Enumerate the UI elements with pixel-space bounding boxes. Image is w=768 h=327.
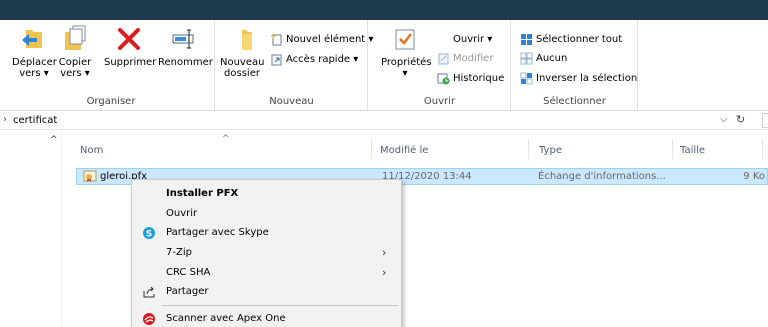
- address-history-dropdown-icon[interactable]: ⌵: [720, 114, 728, 125]
- group-label-organiser: Organiser: [86, 96, 136, 107]
- properties-button[interactable]: Propriétés ▾: [381, 24, 432, 79]
- ribbon-group-organiser: Déplacer vers ▾ Copier vers ▾ Supprimer: [8, 20, 215, 110]
- copy-to-label-2: vers ▾: [60, 68, 90, 79]
- skype-icon: S: [142, 226, 156, 240]
- submenu-arrow-icon: ›: [382, 266, 387, 279]
- move-to-button[interactable]: Déplacer vers ▾: [12, 24, 57, 79]
- select-all-label: Sélectionner tout: [536, 33, 623, 45]
- ribbon-group-ouvrir: Propriétés ▾ Ouvrir ▾ Modifier Historiqu…: [369, 20, 511, 110]
- column-header-row: ^ Nom Modifié le Type Taille: [62, 131, 768, 165]
- menu-item-label: CRC SHA: [166, 267, 211, 278]
- column-header-name[interactable]: Nom: [80, 145, 103, 156]
- edit-button[interactable]: Modifier: [437, 50, 493, 66]
- select-none-icon: [520, 52, 533, 65]
- search-input[interactable]: [762, 113, 768, 128]
- share-icon: [142, 285, 156, 299]
- invert-selection-label: Inverser la sélection: [536, 72, 638, 84]
- history-label: Historique: [453, 72, 505, 84]
- certificate-file-icon: [83, 170, 97, 183]
- group-label-selectionner: Sélectionner: [543, 96, 606, 107]
- properties-label-2: ▾: [402, 68, 408, 79]
- new-folder-button[interactable]: Nouveau dossier: [220, 24, 264, 79]
- select-all-icon: [520, 33, 533, 46]
- quick-access-icon: [270, 53, 283, 66]
- column-divider[interactable]: [672, 139, 673, 159]
- column-header-size[interactable]: Taille: [680, 145, 705, 156]
- column-divider[interactable]: [528, 139, 529, 159]
- history-button[interactable]: Historique: [437, 70, 504, 86]
- open-button[interactable]: Ouvrir ▾: [453, 31, 492, 47]
- ribbon-group-selectionner: Sélectionner tout Aucun Inverser la séle…: [512, 20, 638, 110]
- delete-button[interactable]: Supprimer: [104, 24, 157, 68]
- refresh-icon[interactable]: ↻: [736, 113, 745, 126]
- menu-item-label: 7-Zip: [166, 247, 192, 258]
- menu-item-install-pfx[interactable]: Installer PFX: [132, 184, 401, 204]
- select-none-label: Aucun: [536, 52, 568, 64]
- quick-access-button[interactable]: Accès rapide ▾: [270, 51, 358, 67]
- column-divider[interactable]: [371, 139, 372, 159]
- file-type: Échange d'informations...: [538, 171, 666, 182]
- menu-item-label: Ouvrir: [166, 208, 198, 219]
- window-title-bar: [0, 0, 768, 20]
- rename-icon: [170, 24, 198, 54]
- menu-item-share[interactable]: Partager: [132, 282, 401, 302]
- new-item-button[interactable]: Nouvel élément ▾: [270, 31, 373, 47]
- new-folder-label-1: Nouveau: [220, 57, 265, 68]
- invert-selection-button[interactable]: Inverser la sélection: [520, 70, 637, 86]
- select-none-button[interactable]: Aucun: [520, 50, 567, 66]
- address-bar[interactable]: › certificat ⌵ ↻: [0, 112, 768, 130]
- select-all-button[interactable]: Sélectionner tout: [520, 31, 622, 47]
- open-label: Ouvrir ▾: [453, 33, 493, 45]
- rename-button[interactable]: Renommer: [158, 24, 213, 68]
- new-folder-icon: [228, 24, 256, 54]
- properties-label-1: Propriétés: [381, 57, 432, 68]
- group-label-ouvrir: Ouvrir: [423, 96, 456, 107]
- rename-label: Renommer: [158, 57, 213, 68]
- column-header-modified[interactable]: Modifié le: [380, 145, 428, 156]
- new-item-icon: [270, 33, 283, 46]
- address-path[interactable]: certificat: [13, 115, 57, 126]
- nav-scroll-up-icon[interactable]: ^: [50, 135, 58, 145]
- quick-access-label: Accès rapide ▾: [286, 53, 359, 65]
- submenu-arrow-icon: ›: [382, 246, 387, 259]
- file-size: 9 Ko: [743, 171, 765, 182]
- copy-to-icon: [61, 24, 89, 54]
- copy-to-label-1: Copier: [58, 57, 92, 68]
- ribbon-group-nouveau: Nouveau dossier Nouvel élément ▾ Accès r…: [216, 20, 373, 110]
- copy-to-button[interactable]: Copier vers ▾: [58, 24, 92, 79]
- navigation-pane[interactable]: ^: [0, 131, 62, 327]
- apex-one-icon: [142, 312, 156, 326]
- move-to-label-2: vers ▾: [19, 68, 49, 79]
- sort-ascending-icon: ^: [222, 134, 230, 144]
- menu-item-label: Scanner avec Apex One: [166, 313, 286, 324]
- move-to-icon: [20, 24, 48, 54]
- menu-item-label: Installer PFX: [166, 188, 239, 199]
- delete-x-icon: [115, 24, 143, 54]
- menu-separator: [162, 305, 398, 306]
- column-header-type[interactable]: Type: [539, 145, 562, 156]
- svg-text:S: S: [146, 230, 152, 240]
- properties-checkmark-icon: [391, 24, 419, 54]
- new-item-label: Nouvel élément ▾: [286, 33, 374, 45]
- menu-item-crc-sha[interactable]: CRC SHA ›: [132, 263, 401, 283]
- menu-item-label: Partager avec Skype: [166, 227, 269, 238]
- context-menu: Installer PFX Ouvrir S Partager avec Sky…: [131, 179, 402, 327]
- menu-item-label: Partager: [166, 286, 209, 297]
- menu-item-scan-apex-one[interactable]: Scanner avec Apex One: [132, 309, 401, 327]
- menu-item-share-skype[interactable]: S Partager avec Skype: [132, 223, 401, 243]
- menu-item-7zip[interactable]: 7-Zip ›: [132, 243, 401, 263]
- ribbon: Déplacer vers ▾ Copier vers ▾ Supprimer: [0, 20, 768, 111]
- menu-item-open[interactable]: Ouvrir: [132, 204, 401, 224]
- invert-selection-icon: [520, 72, 533, 85]
- column-divider[interactable]: [762, 139, 763, 159]
- delete-label: Supprimer: [104, 57, 157, 68]
- edit-label: Modifier: [453, 52, 494, 64]
- edit-icon: [437, 52, 450, 65]
- move-to-label-1: Déplacer: [12, 57, 57, 68]
- address-breadcrumb-arrow-icon[interactable]: ›: [3, 114, 7, 125]
- group-label-nouveau: Nouveau: [269, 96, 314, 107]
- history-icon: [437, 72, 450, 85]
- new-folder-label-2: dossier: [224, 68, 260, 79]
